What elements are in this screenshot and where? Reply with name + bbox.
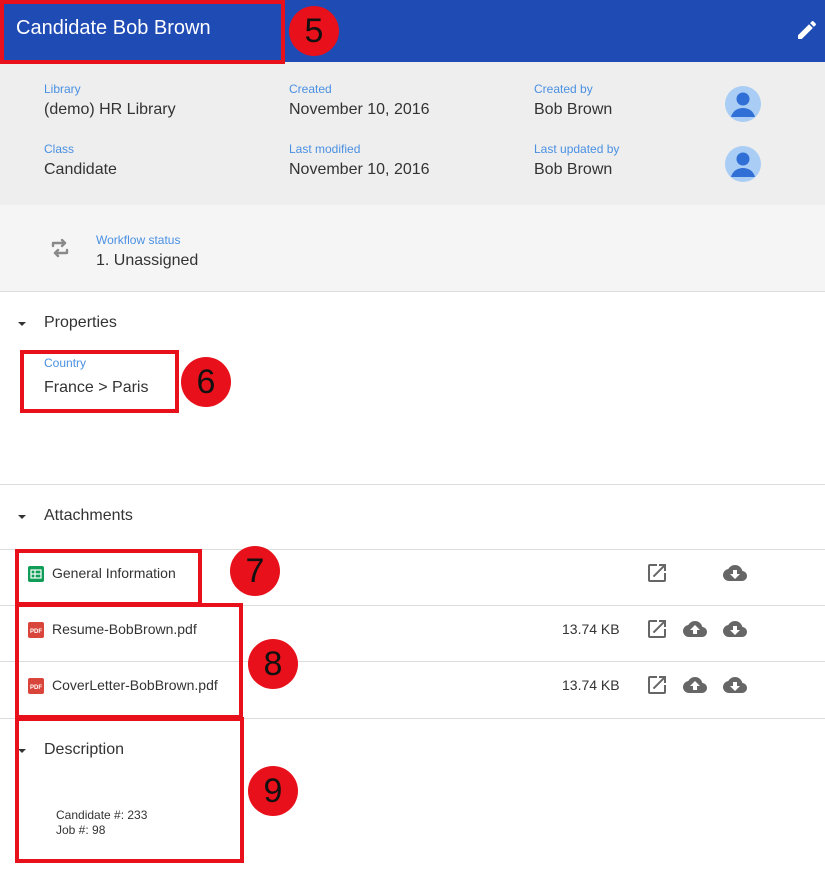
caret-down-icon[interactable] — [18, 515, 26, 519]
annotation-box — [20, 350, 179, 413]
sync-icon — [48, 236, 72, 260]
open-in-new-icon[interactable] — [645, 561, 669, 585]
user-avatar-icon[interactable] — [725, 86, 761, 122]
workflow-status-value: 1. Unassigned — [96, 252, 199, 269]
annotation-box — [15, 603, 243, 719]
created-label: Created — [289, 82, 332, 96]
workflow-status-label: Workflow status — [96, 233, 181, 247]
created-by-value: Bob Brown — [534, 101, 613, 118]
callout-badge: 9 — [248, 766, 298, 816]
properties-section-title[interactable]: Properties — [44, 314, 117, 332]
pencil-icon[interactable] — [795, 18, 819, 42]
class-value: Candidate — [44, 161, 117, 178]
class-label: Class — [44, 142, 75, 156]
last-modified-value: November 10, 2016 — [289, 161, 430, 178]
cloud-upload-icon[interactable] — [683, 673, 707, 697]
open-in-new-icon[interactable] — [645, 617, 669, 641]
section-divider — [0, 484, 825, 485]
annotation-box — [15, 549, 202, 606]
annotation-box — [0, 0, 285, 64]
last-updated-by-label: Last updated by — [534, 142, 620, 156]
attachments-section-title[interactable]: Attachments — [44, 507, 133, 525]
last-modified-label: Last modified — [289, 142, 361, 156]
callout-badge: 5 — [289, 6, 339, 56]
cloud-download-icon[interactable] — [723, 561, 747, 585]
cloud-upload-icon[interactable] — [683, 617, 707, 641]
file-size: 13.74 KB — [562, 677, 620, 693]
callout-badge: 6 — [181, 357, 231, 407]
metadata-panel — [0, 62, 825, 205]
callout-badge: 8 — [248, 639, 298, 689]
created-by-label: Created by — [534, 82, 593, 96]
library-label: Library — [44, 82, 81, 96]
file-size: 13.74 KB — [562, 621, 620, 637]
annotation-box — [15, 717, 244, 863]
last-updated-by-value: Bob Brown — [534, 161, 613, 178]
cloud-download-icon[interactable] — [723, 617, 747, 641]
callout-badge: 7 — [230, 546, 280, 596]
open-in-new-icon[interactable] — [645, 673, 669, 697]
created-value: November 10, 2016 — [289, 101, 430, 118]
user-avatar-icon[interactable] — [725, 146, 761, 182]
library-value: (demo) HR Library — [44, 101, 176, 118]
workflow-panel — [0, 205, 825, 292]
caret-down-icon[interactable] — [18, 322, 26, 326]
cloud-download-icon[interactable] — [723, 673, 747, 697]
